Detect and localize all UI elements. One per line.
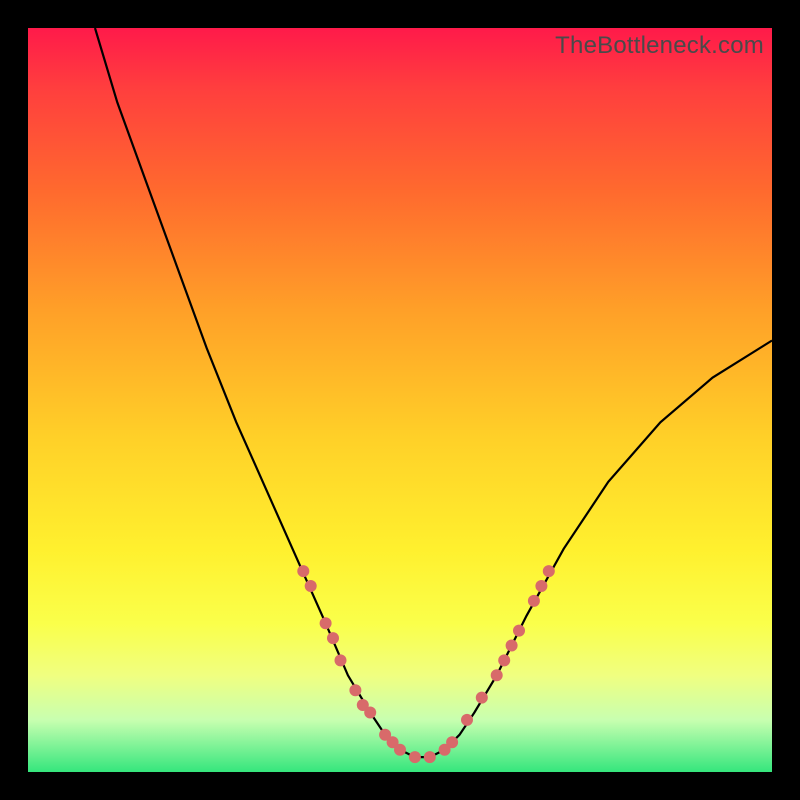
marker-group (297, 565, 555, 763)
data-marker (305, 580, 317, 592)
data-marker (424, 751, 436, 763)
data-marker (476, 692, 488, 704)
data-marker (320, 617, 332, 629)
data-marker (364, 707, 376, 719)
data-marker (498, 654, 510, 666)
bottleneck-curve (95, 28, 772, 757)
data-marker (446, 736, 458, 748)
chart-frame: TheBottleneck.com (0, 0, 800, 800)
watermark-text: TheBottleneck.com (555, 32, 764, 60)
data-marker (335, 654, 347, 666)
data-marker (349, 684, 361, 696)
data-marker (461, 714, 473, 726)
data-marker (513, 625, 525, 637)
data-marker (297, 565, 309, 577)
data-marker (409, 751, 421, 763)
plot-area: TheBottleneck.com (28, 28, 772, 772)
data-marker (543, 565, 555, 577)
data-marker (327, 632, 339, 644)
data-marker (394, 744, 406, 756)
data-marker (506, 640, 518, 652)
data-marker (535, 580, 547, 592)
chart-svg (28, 28, 772, 772)
data-marker (528, 595, 540, 607)
data-marker (491, 669, 503, 681)
